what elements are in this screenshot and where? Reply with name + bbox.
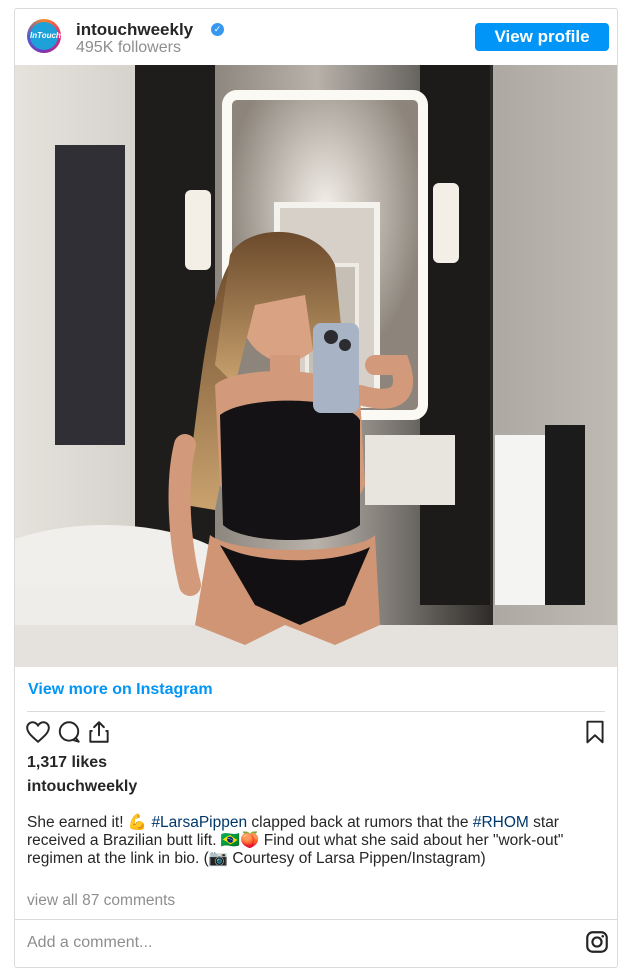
- add-comment-input[interactable]: [27, 925, 567, 961]
- avatar-logo: InTouch: [30, 22, 61, 50]
- share-icon[interactable]: [86, 719, 112, 745]
- divider: [27, 711, 605, 712]
- instagram-icon[interactable]: [584, 929, 610, 955]
- verified-icon: ✓: [211, 23, 224, 36]
- post-header: InTouch intouchweekly ✓ 495K followers V…: [15, 9, 617, 65]
- hashtag-larsapippen[interactable]: #LarsaPippen: [151, 814, 247, 831]
- instagram-embed-card: InTouch intouchweekly ✓ 495K followers V…: [14, 8, 618, 968]
- like-count[interactable]: 1,317 likes: [27, 754, 107, 772]
- bookmark-icon[interactable]: [582, 719, 608, 745]
- post-photo[interactable]: [15, 65, 617, 667]
- view-profile-button[interactable]: View profile: [475, 23, 609, 51]
- avatar[interactable]: InTouch: [27, 19, 61, 53]
- heart-icon[interactable]: [25, 719, 51, 745]
- comment-icon[interactable]: [56, 719, 82, 745]
- username[interactable]: intouchweekly: [76, 20, 193, 40]
- caption-text: clapped back at rumors that the: [247, 814, 473, 831]
- view-more-on-instagram-link[interactable]: View more on Instagram: [28, 681, 213, 699]
- caption-text: She earned it! 💪: [27, 814, 152, 831]
- follower-count: 495K followers: [76, 39, 181, 56]
- divider: [15, 919, 617, 920]
- post-caption: She earned it! 💪 #LarsaPippen clapped ba…: [27, 814, 607, 868]
- view-all-comments-link[interactable]: view all 87 comments: [27, 892, 175, 910]
- post-owner-username[interactable]: intouchweekly: [27, 778, 137, 796]
- hashtag-rhom[interactable]: #RHOM: [473, 814, 529, 831]
- photo-illustration: [15, 65, 617, 667]
